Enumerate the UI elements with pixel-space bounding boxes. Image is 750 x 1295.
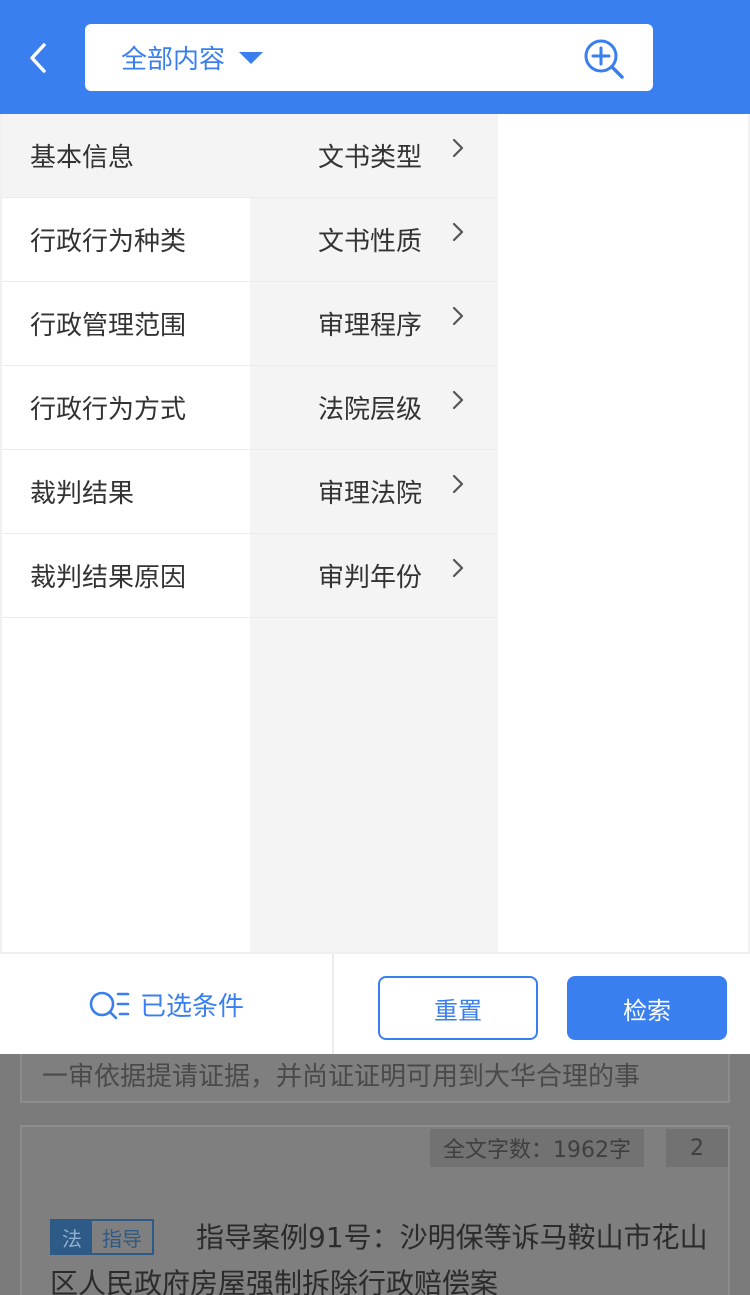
result-rank-badge: 2	[666, 1129, 728, 1167]
back-icon	[30, 43, 46, 73]
subcategory-label: 审理程序	[317, 311, 422, 341]
subcategory-item-doc-type[interactable]: 文书类型	[250, 114, 498, 198]
subcategory-label: 文书类型	[317, 143, 422, 173]
footer-divider	[332, 954, 334, 1054]
subcategory-item-trial-year[interactable]: 审判年份	[250, 534, 498, 618]
filter-subcategory-list: 文书类型 文书性质 审理程序 法院层级 审理法院 审判年份	[250, 114, 498, 952]
subcategory-item-procedure[interactable]: 审理程序	[250, 282, 498, 366]
chevron-right-icon	[452, 222, 464, 242]
category-label: 裁判结果	[30, 479, 135, 509]
selected-conditions-button[interactable]: 已选条件	[0, 954, 332, 1054]
scope-label: 全部内容	[121, 45, 226, 75]
back-button[interactable]	[20, 34, 56, 82]
category-item-basic-info[interactable]: 基本信息	[2, 114, 250, 198]
subcategory-item-doc-nature[interactable]: 文书性质	[250, 198, 498, 282]
category-label: 行政行为方式	[30, 395, 187, 425]
subcategory-item-trial-court[interactable]: 审理法院	[250, 450, 498, 534]
category-label: 基本信息	[30, 143, 135, 173]
category-item-admin-scope[interactable]: 行政管理范围	[2, 282, 250, 366]
search-button[interactable]	[583, 38, 624, 79]
category-item-action-method[interactable]: 行政行为方式	[2, 366, 250, 450]
chevron-right-icon	[452, 558, 464, 578]
zoom-plus-icon	[584, 39, 624, 79]
filter-category-list: 基本信息 行政行为种类 行政管理范围 行政行为方式 裁判结果 裁判结果原因	[2, 114, 250, 952]
tag-law: 法	[52, 1221, 92, 1253]
word-count-badge: 全文字数：1962字	[430, 1129, 644, 1167]
subcategory-label: 法院层级	[317, 395, 422, 425]
result-snippet: 一审依据提请证据，并尚证证明可用到大华合理的事	[42, 1062, 641, 1092]
category-item-result-reason[interactable]: 裁判结果原因	[2, 534, 250, 618]
search-box[interactable]: 全部内容	[85, 24, 653, 91]
results-overlay[interactable]: 一审依据提请证据，并尚证证明可用到大华合理的事 全文字数：1962字 2 指导案…	[0, 1054, 750, 1295]
filter-option-list	[498, 114, 750, 952]
category-item-action-type[interactable]: 行政行为种类	[2, 198, 250, 282]
chevron-right-icon	[452, 474, 464, 494]
selected-conditions-label: 已选条件	[139, 991, 244, 1022]
chevron-right-icon	[452, 390, 464, 410]
category-label: 行政行为种类	[30, 227, 187, 257]
category-label: 行政管理范围	[30, 311, 187, 341]
subcategory-label: 审判年份	[317, 563, 422, 593]
caret-down-icon	[239, 51, 264, 64]
result-card: 全文字数：1962字 2 指导案例91号：沙明保等诉马鞍山市花山区人民政府房屋强…	[20, 1125, 730, 1295]
chevron-right-icon	[452, 138, 464, 158]
result-card: 一审依据提请证据，并尚证证明可用到大华合理的事	[20, 1054, 730, 1103]
reset-button[interactable]: 重置	[378, 976, 538, 1040]
chevron-right-icon	[452, 306, 464, 326]
subcategory-label: 审理法院	[317, 479, 422, 509]
category-label: 裁判结果原因	[30, 563, 187, 593]
subcategory-item-court-level[interactable]: 法院层级	[250, 366, 498, 450]
app-header: 全部内容	[0, 0, 750, 114]
case-tags: 法 指导	[50, 1219, 154, 1255]
scope-dropdown[interactable]: 全部内容	[121, 24, 264, 91]
tag-guidance: 指导	[92, 1221, 152, 1253]
subcategory-label: 文书性质	[317, 227, 422, 257]
conditions-list-icon	[89, 991, 130, 1020]
submit-search-button[interactable]: 检索	[567, 976, 727, 1040]
filter-action-bar: 已选条件 重置 检索	[0, 952, 750, 1054]
category-item-judgment-result[interactable]: 裁判结果	[2, 450, 250, 534]
